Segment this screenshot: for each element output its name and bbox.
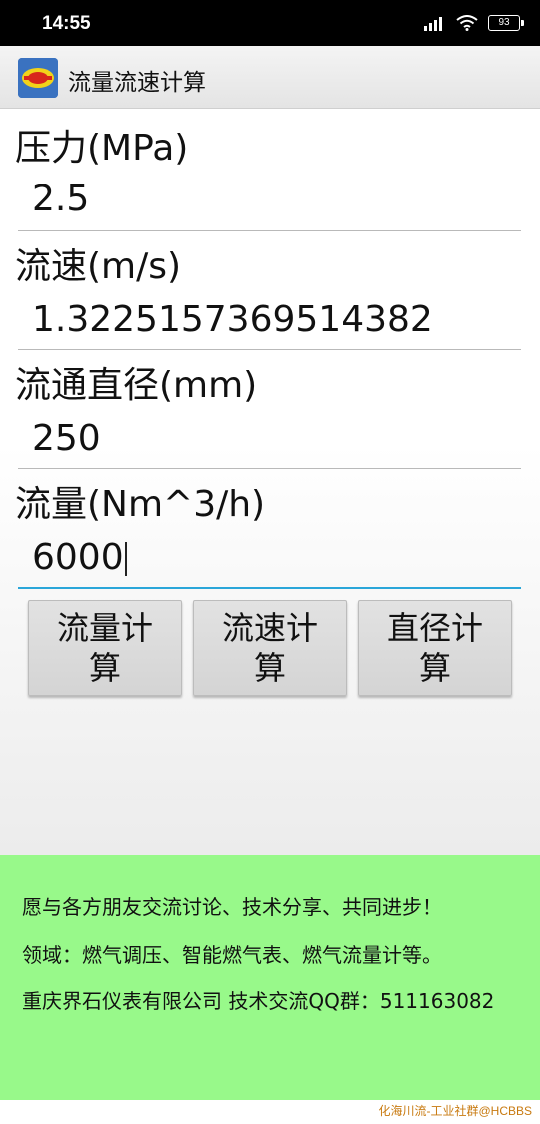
footer: 化海川流-工业社群@HCBBS (0, 1100, 540, 1124)
info-company: 重庆界石仪表有限公司 技术交流QQ群：511163082 (22, 989, 495, 1013)
flow-input[interactable]: 6000 (18, 541, 521, 589)
info-slogan: 愿与各方朋友交流讨论、技术分享、共同进步！ (22, 895, 442, 919)
pressure-label: 压力(MPa) (15, 128, 189, 169)
app-bar: 流量流速计算 (0, 46, 540, 109)
calculator-form: 压力(MPa) 2.5 流速(m/s) 1.3225157369514382 流… (0, 109, 540, 855)
diameter-value: 250 (32, 422, 101, 459)
pressure-input[interactable]: 2.5 (18, 184, 521, 231)
velocity-label: 流速(m/s) (15, 246, 182, 287)
wifi-icon (456, 15, 478, 31)
status-time: 14:55 (42, 13, 91, 34)
velocity-value: 1.3225157369514382 (32, 303, 433, 340)
battery-icon: 93 (488, 15, 524, 31)
diameter-label: 流通直径(mm) (15, 365, 258, 406)
app-logo-icon (18, 58, 58, 98)
diameter-input[interactable]: 250 (18, 422, 521, 469)
velocity-calc-button[interactable]: 流速计算 (193, 600, 347, 696)
pressure-value: 2.5 (32, 184, 90, 219)
status-icons: 93 (424, 14, 524, 32)
status-bar: 14:55 93 (0, 0, 540, 46)
text-cursor (124, 542, 127, 576)
info-fields: 领域：燃气调压、智能燃气表、燃气流量计等。 (22, 943, 442, 967)
signal-icon (424, 17, 442, 31)
battery-level: 93 (498, 17, 510, 28)
app-title: 流量流速计算 (68, 70, 206, 96)
diameter-calc-button[interactable]: 直径计算 (358, 600, 512, 696)
flow-calc-button[interactable]: 流量计算 (28, 600, 182, 696)
flow-value: 6000 (32, 541, 124, 578)
watermark: 化海川流-工业社群@HCBBS (378, 1104, 532, 1118)
velocity-input[interactable]: 1.3225157369514382 (18, 303, 521, 350)
info-panel: 愿与各方朋友交流讨论、技术分享、共同进步！ 领域：燃气调压、智能燃气表、燃气流量… (0, 855, 540, 1100)
flow-label: 流量(Nm^3/h) (15, 484, 266, 525)
